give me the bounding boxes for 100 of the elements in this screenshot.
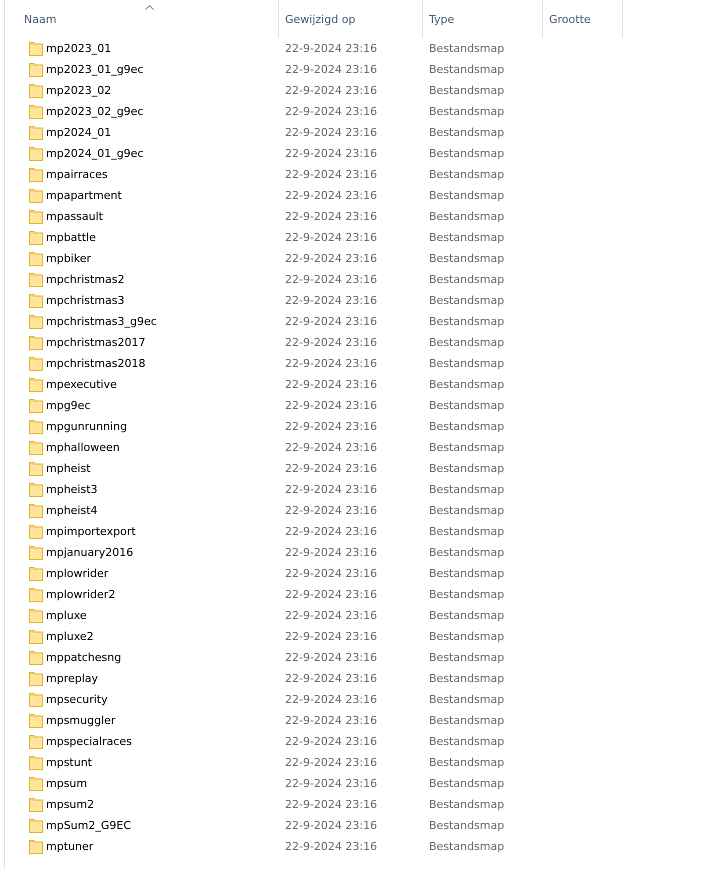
folder-icon — [28, 166, 44, 182]
folder-name[interactable]: mpspecialraces — [46, 735, 132, 748]
folder-name[interactable]: mpg9ec — [46, 399, 90, 412]
modified-date: 22-9-2024 23:16 — [285, 210, 378, 223]
file-type: Bestandsmap — [429, 630, 504, 643]
folder-name[interactable]: mp2024_01 — [46, 126, 112, 139]
folder-name[interactable]: mpassault — [46, 210, 103, 223]
file-type: Bestandsmap — [429, 231, 504, 244]
folder-name[interactable]: mpchristmas3 — [46, 294, 125, 307]
file-type: Bestandsmap — [429, 735, 504, 748]
folder-name[interactable]: mpstunt — [46, 756, 92, 769]
folder-name[interactable]: mptuner — [46, 840, 94, 853]
modified-date: 22-9-2024 23:16 — [285, 609, 378, 622]
file-type: Bestandsmap — [429, 672, 504, 685]
modified-date: 22-9-2024 23:16 — [285, 546, 378, 559]
column-header[interactable]: Naam — [5, 0, 279, 38]
folder-name[interactable]: mpsum2 — [46, 798, 94, 811]
file-type: Bestandsmap — [429, 525, 504, 538]
modified-date: 22-9-2024 23:16 — [285, 588, 378, 601]
folder-name[interactable]: mpairraces — [46, 168, 108, 181]
folder-icon — [28, 334, 44, 350]
file-type: Bestandsmap — [429, 84, 504, 97]
folder-icon — [28, 818, 44, 834]
folder-icon — [28, 566, 44, 582]
folder-name[interactable]: mpluxe — [46, 609, 87, 622]
folder-name[interactable]: mpjanuary2016 — [46, 546, 134, 559]
file-type: Bestandsmap — [429, 168, 504, 181]
folder-icon — [28, 250, 44, 266]
folder-icon — [28, 460, 44, 476]
folder-name[interactable]: mpheist4 — [46, 504, 98, 517]
folder-name[interactable]: mpchristmas2017 — [46, 336, 146, 349]
modified-date: 22-9-2024 23:16 — [285, 84, 378, 97]
folder-name[interactable]: mpapartment — [46, 189, 122, 202]
folder-icon — [28, 208, 44, 224]
folder-icon — [28, 398, 44, 414]
file-type: Bestandsmap — [429, 273, 504, 286]
folder-name[interactable]: mpsmuggler — [46, 714, 116, 727]
file-type: Bestandsmap — [429, 609, 504, 622]
folder-name[interactable]: mpsum — [46, 777, 88, 790]
folder-icon — [28, 230, 44, 246]
folder-name[interactable]: mp2023_02 — [46, 84, 112, 97]
modified-date: 22-9-2024 23:16 — [285, 462, 378, 475]
folder-name[interactable]: mplowrider2 — [46, 588, 116, 601]
folder-name[interactable]: mp2023_01 — [46, 42, 112, 55]
modified-date: 22-9-2024 23:16 — [285, 819, 378, 832]
folder-icon — [28, 124, 44, 140]
folder-name[interactable]: mpSum2_G9EC — [46, 819, 132, 832]
modified-date: 22-9-2024 23:16 — [285, 378, 378, 391]
folder-icon — [28, 292, 44, 308]
folder-name[interactable]: mpluxe2 — [46, 630, 94, 643]
folder-name[interactable]: mpbiker — [46, 252, 92, 265]
folder-icon — [28, 40, 44, 56]
folder-name[interactable]: mpchristmas2 — [46, 273, 125, 286]
folder-name[interactable]: mppatchesng — [46, 651, 122, 664]
modified-date: 22-9-2024 23:16 — [285, 630, 378, 643]
file-type: Bestandsmap — [429, 546, 504, 559]
modified-date: 22-9-2024 23:16 — [285, 567, 378, 580]
modified-date: 22-9-2024 23:16 — [285, 294, 378, 307]
column-header[interactable]: Grootte — [543, 0, 623, 38]
folder-icon — [28, 544, 44, 560]
modified-date: 22-9-2024 23:16 — [285, 441, 378, 454]
folder-name[interactable]: mpexecutive — [46, 378, 117, 391]
modified-date: 22-9-2024 23:16 — [285, 189, 378, 202]
modified-date: 22-9-2024 23:16 — [285, 777, 378, 790]
file-type: Bestandsmap — [429, 756, 504, 769]
folder-name[interactable]: mplowrider — [46, 567, 108, 580]
folder-name[interactable]: mpheist3 — [46, 483, 98, 496]
folder-name[interactable]: mp2023_01_g9ec — [46, 63, 144, 76]
folder-icon — [28, 272, 44, 288]
modified-date: 22-9-2024 23:16 — [285, 798, 378, 811]
folder-name[interactable]: mpimportexport — [46, 525, 136, 538]
column-header[interactable]: Gewijzigd op — [279, 0, 423, 38]
modified-date: 22-9-2024 23:16 — [285, 357, 378, 370]
folder-icon — [28, 692, 44, 708]
file-type: Bestandsmap — [429, 567, 504, 580]
folder-icon — [28, 734, 44, 750]
folder-icon — [28, 712, 44, 728]
file-type: Bestandsmap — [429, 147, 504, 160]
column-header[interactable]: Type — [423, 0, 543, 38]
folder-name[interactable]: mpchristmas3_g9ec — [46, 315, 157, 328]
file-type: Bestandsmap — [429, 210, 504, 223]
folder-icon — [28, 146, 44, 162]
folder-name[interactable]: mpbattle — [46, 231, 96, 244]
folder-icon — [28, 502, 44, 518]
folder-name[interactable]: mpsecurity — [46, 693, 108, 706]
folder-name[interactable]: mpgunrunning — [46, 420, 128, 433]
modified-date: 22-9-2024 23:16 — [285, 420, 378, 433]
modified-date: 22-9-2024 23:16 — [285, 63, 378, 76]
modified-date: 22-9-2024 23:16 — [285, 840, 378, 853]
modified-date: 22-9-2024 23:16 — [285, 42, 378, 55]
file-type: Bestandsmap — [429, 252, 504, 265]
folder-icon — [28, 628, 44, 644]
folder-name[interactable]: mphalloween — [46, 441, 120, 454]
folder-name[interactable]: mpreplay — [46, 672, 98, 685]
folder-name[interactable]: mpchristmas2018 — [46, 357, 146, 370]
file-type: Bestandsmap — [429, 483, 504, 496]
folder-name[interactable]: mp2024_01_g9ec — [46, 147, 144, 160]
folder-name[interactable]: mp2023_02_g9ec — [46, 105, 144, 118]
folder-name[interactable]: mpheist — [46, 462, 91, 475]
folder-icon — [28, 188, 44, 204]
